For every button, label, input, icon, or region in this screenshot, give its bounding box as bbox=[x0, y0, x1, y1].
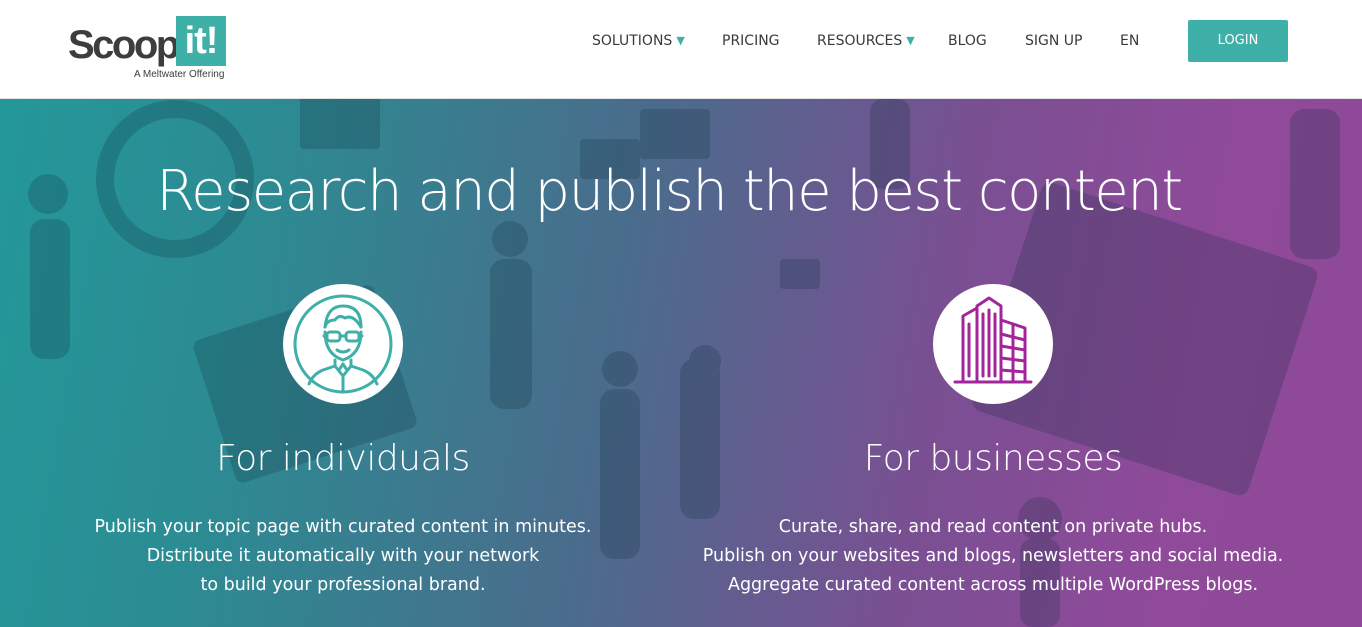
individuals-heading: For individuals bbox=[216, 438, 470, 479]
nav-blog-label: BLOG bbox=[948, 33, 987, 49]
nav-resources[interactable]: RESOURCES ▼ bbox=[817, 32, 915, 50]
login-button[interactable]: LOGIN bbox=[1188, 20, 1288, 62]
office-buildings-icon bbox=[953, 296, 1033, 384]
dropdown-caret-icon: ▼ bbox=[906, 34, 915, 47]
businesses-icon-badge bbox=[933, 284, 1053, 404]
nav-solutions[interactable]: SOLUTIONS ▼ bbox=[592, 32, 685, 50]
businesses-description: Curate, share, and read content on priva… bbox=[683, 513, 1303, 600]
site-header: Scoop. it! A Meltwater Offering SOLUTION… bbox=[0, 0, 1362, 99]
nav-sign-up-label: SIGN UP bbox=[1025, 33, 1083, 49]
nav-language[interactable]: EN bbox=[1120, 32, 1139, 50]
hero-section: Research and publish the best content Fo… bbox=[0, 99, 1362, 627]
individuals-icon-badge bbox=[283, 284, 403, 404]
businesses-line: Aggregate curated content across multipl… bbox=[727, 575, 1259, 595]
logo-tagline: A Meltwater Offering bbox=[134, 69, 225, 80]
individuals-line: to build your professional brand. bbox=[200, 575, 486, 595]
person-with-glasses-icon bbox=[293, 294, 393, 394]
businesses-line: Publish on your websites and blogs, news… bbox=[702, 546, 1284, 566]
nav-language-label: EN bbox=[1120, 33, 1140, 49]
businesses-line: Curate, share, and read content on priva… bbox=[778, 517, 1208, 537]
nav-solutions-label: SOLUTIONS bbox=[592, 33, 673, 49]
individuals-line: Publish your topic page with curated con… bbox=[94, 517, 592, 537]
businesses-heading: For businesses bbox=[863, 438, 1123, 479]
scoopit-logo[interactable]: Scoop. it! A Meltwater Offering bbox=[68, 16, 238, 84]
dropdown-caret-icon: ▼ bbox=[676, 34, 685, 47]
individuals-line: Distribute it automatically with your ne… bbox=[146, 546, 540, 566]
individuals-description: Publish your topic page with curated con… bbox=[33, 513, 653, 600]
main-nav: SOLUTIONS ▼ PRICING RESOURCES ▼ BLOG SIGN … bbox=[0, 32, 1362, 50]
nav-sign-up[interactable]: SIGN UP bbox=[1025, 32, 1082, 50]
nav-blog[interactable]: BLOG bbox=[948, 32, 987, 50]
nav-pricing-label: PRICING bbox=[722, 33, 780, 49]
nav-pricing[interactable]: PRICING bbox=[722, 32, 780, 50]
hero-title: Research and publish the best content bbox=[156, 159, 1183, 224]
nav-resources-label: RESOURCES bbox=[817, 33, 903, 49]
